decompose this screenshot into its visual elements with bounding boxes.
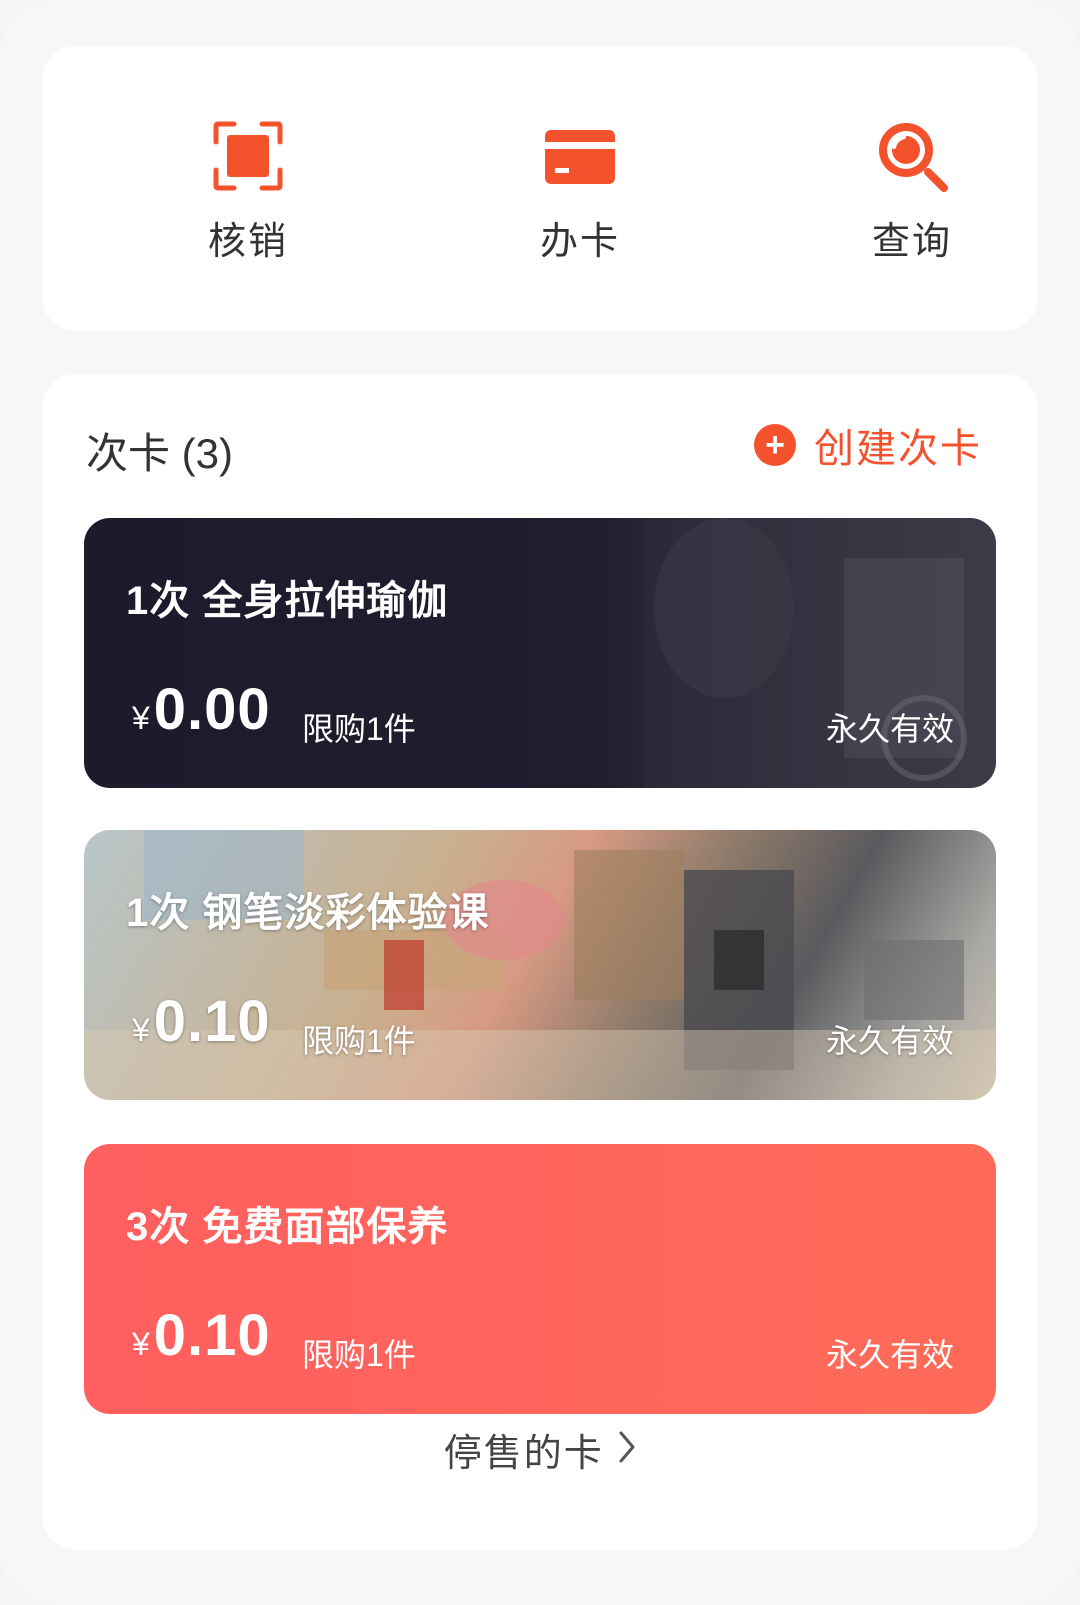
card-item[interactable]: 1次 全身拉伸瑜伽 ¥ 0.00 限购1件 永久有效 bbox=[84, 518, 996, 788]
currency-symbol: ¥ bbox=[132, 1326, 150, 1362]
price-value: 0.00 bbox=[153, 677, 271, 742]
verify-button[interactable]: 核销 bbox=[118, 118, 378, 308]
chevron-right-icon bbox=[618, 1430, 636, 1469]
app-screen: 核销 办卡 查询 次卡 (3) + 创建次卡 1次 全身拉伸瑜伽 ¥ 0.00 … bbox=[0, 0, 1080, 1605]
issue-card-button[interactable]: 办卡 bbox=[450, 118, 710, 308]
card-price: ¥ 0.10 bbox=[132, 1302, 271, 1369]
scan-icon bbox=[210, 118, 286, 194]
purchase-limit: 限购1件 bbox=[302, 1337, 416, 1373]
validity: 永久有效 bbox=[825, 1337, 954, 1373]
section-title: 次卡 (3) bbox=[86, 430, 234, 477]
search-icon bbox=[874, 118, 950, 194]
card-title: 3次 免费面部保养 bbox=[126, 1205, 449, 1249]
quick-actions-panel: 核销 办卡 查询 bbox=[42, 46, 1038, 331]
card-title: 1次 钢笔淡彩体验课 bbox=[126, 891, 490, 935]
stopped-cards-label: 停售的卡 bbox=[443, 1433, 604, 1475]
card-item[interactable]: 1次 钢笔淡彩体验课 ¥ 0.10 限购1件 永久有效 bbox=[84, 830, 996, 1100]
create-card-label: 创建次卡 bbox=[814, 427, 982, 471]
purchase-limit: 限购1件 bbox=[302, 711, 416, 747]
purchase-limit: 限购1件 bbox=[302, 1023, 416, 1059]
price-value: 0.10 bbox=[153, 989, 271, 1054]
punch-cards-panel: 次卡 (3) + 创建次卡 1次 全身拉伸瑜伽 ¥ 0.00 限购1件 永久有效 bbox=[42, 374, 1038, 1550]
price-value: 0.10 bbox=[153, 1303, 271, 1368]
query-label: 查询 bbox=[871, 221, 952, 263]
currency-symbol: ¥ bbox=[132, 1012, 150, 1048]
query-button[interactable]: 查询 bbox=[782, 118, 1042, 308]
verify-label: 核销 bbox=[207, 221, 288, 263]
validity: 永久有效 bbox=[825, 1023, 954, 1059]
card-icon bbox=[542, 118, 618, 194]
issue-card-label: 办卡 bbox=[539, 221, 620, 263]
plus-circle-icon: + bbox=[754, 424, 796, 466]
create-card-button[interactable]: + 创建次卡 bbox=[754, 416, 982, 474]
validity: 永久有效 bbox=[825, 711, 954, 747]
stopped-cards-link[interactable]: 停售的卡 bbox=[42, 1422, 1038, 1477]
card-price: ¥ 0.10 bbox=[132, 988, 271, 1055]
card-title: 1次 全身拉伸瑜伽 bbox=[126, 579, 449, 623]
currency-symbol: ¥ bbox=[132, 700, 150, 736]
card-item[interactable]: 3次 免费面部保养 ¥ 0.10 限购1件 永久有效 bbox=[84, 1144, 996, 1414]
card-price: ¥ 0.00 bbox=[132, 676, 271, 743]
